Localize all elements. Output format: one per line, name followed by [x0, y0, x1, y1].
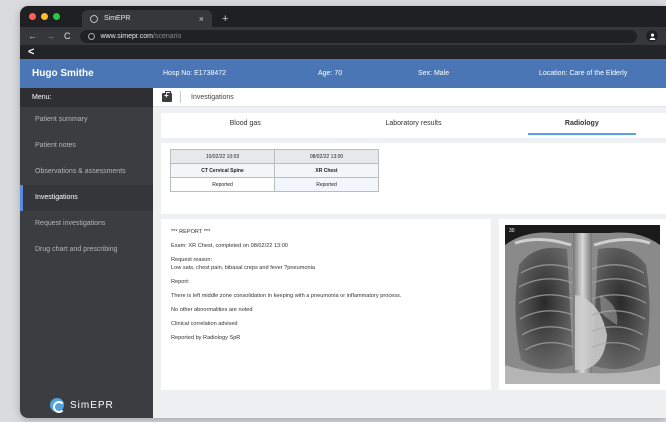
browser-tab-title: SimEPR: [104, 15, 131, 22]
table-cell-status[interactable]: Reported: [170, 177, 275, 192]
table-cell-status[interactable]: Reported: [274, 177, 379, 192]
radiology-list-panel: 10/02/22 10:03 08/02/22 13:00 CT Cervica…: [161, 143, 666, 214]
url-field[interactable]: www.simepr.com/scenario: [79, 29, 637, 43]
radiology-report: *** REPORT *** Exam: XR Chest, completed…: [161, 219, 491, 390]
report-label: Report:: [171, 278, 190, 285]
menu-header: Menu:: [20, 88, 153, 107]
patient-sex: Sex: Male: [418, 70, 450, 77]
table-cell-date[interactable]: 10/02/22 10:03: [170, 149, 275, 164]
section-divider: [180, 91, 181, 103]
close-tab-icon[interactable]: ×: [199, 14, 204, 24]
logo-text: SimEPR: [70, 399, 114, 411]
reload-icon[interactable]: C: [64, 31, 71, 41]
sidebar-item-drug-chart[interactable]: Drug chart and prescribing: [20, 237, 153, 263]
radiology-table: 10/02/22 10:03 08/02/22 13:00 CT Cervica…: [170, 149, 379, 192]
report-heading: *** REPORT ***: [171, 229, 211, 235]
new-tab-button[interactable]: +: [222, 13, 228, 25]
table-cell-exam[interactable]: XR Chest: [274, 163, 379, 178]
forward-arrow-icon[interactable]: →: [46, 31, 55, 41]
report-exam: Exam: XR Chest, completed on 08/02/22 13…: [171, 243, 288, 250]
simepr-logo: SimEPR: [50, 398, 114, 413]
investigation-tabs: Blood gas Laboratory results Radiology: [161, 113, 666, 138]
patient-location: Location: Care of the Elderly: [539, 70, 628, 77]
url-domain: www.simepr.com: [100, 32, 154, 40]
sidebar-item-investigations[interactable]: Investigations: [20, 185, 153, 211]
report-other: No other abnormalities are noted: [171, 306, 253, 313]
sidebar-item-request-investigations[interactable]: Request investigations: [20, 211, 153, 237]
chest-xray-image[interactable]: 30: [505, 225, 660, 384]
url-path: /scenario: [153, 32, 182, 40]
logo-icon: [50, 398, 65, 413]
patient-name: Hugo Smithe: [32, 68, 94, 79]
address-bar: ← → C www.simepr.com/scenario: [20, 27, 666, 45]
sidebar-item-patient-notes[interactable]: Patient notes: [20, 133, 153, 159]
patient-age: Age: 70: [318, 70, 343, 77]
back-arrow-icon[interactable]: ←: [28, 31, 37, 41]
browser-window: SimEPR × + ← → C www.simepr.com/scenario…: [20, 6, 666, 418]
section-title: Investigations: [191, 93, 234, 101]
browser-tab[interactable]: SimEPR ×: [82, 10, 212, 27]
main-content: Investigations Blood gas Laboratory resu…: [153, 88, 666, 418]
medical-kit-icon: [162, 90, 172, 102]
app-back-button[interactable]: <: [20, 45, 666, 59]
xray-panel: 30: [499, 219, 666, 390]
close-window-button[interactable]: [29, 13, 36, 20]
tab-radiology[interactable]: Radiology: [498, 113, 666, 138]
table-cell-exam[interactable]: CT Cervical Spine: [170, 163, 275, 178]
user-icon[interactable]: [646, 30, 658, 42]
table-cell-date[interactable]: 08/02/22 13:00: [274, 149, 379, 164]
xray-graphic: [505, 225, 660, 384]
maximize-window-button[interactable]: [53, 13, 60, 20]
app-body: Menu: Patient summary Patient notes Obse…: [20, 88, 666, 418]
xray-marker: 30: [509, 228, 515, 234]
report-finding: There is left middle zone consolidation …: [171, 292, 402, 299]
report-signature: Reported by Radiology SpR: [171, 334, 241, 341]
browser-tab-bar: SimEPR × +: [20, 6, 666, 27]
sidebar-item-patient-summary[interactable]: Patient summary: [20, 107, 153, 133]
patient-banner: Hugo Smithe Hosp No: E1738472 Age: 70 Se…: [20, 59, 666, 88]
tab-blood-gas[interactable]: Blood gas: [161, 113, 329, 138]
report-request-label: Request reason:: [171, 257, 213, 264]
report-correlation: Clinical correlation advised: [171, 320, 238, 327]
section-header: Investigations: [153, 88, 666, 107]
sidebar: Menu: Patient summary Patient notes Obse…: [20, 88, 153, 418]
window-controls: [29, 13, 60, 20]
site-info-icon[interactable]: [87, 32, 95, 40]
sidebar-item-observations[interactable]: Observations & assessments: [20, 159, 153, 185]
hospital-number: Hosp No: E1738472: [163, 70, 227, 77]
tab-laboratory-results[interactable]: Laboratory results: [329, 113, 497, 138]
globe-icon: [90, 14, 98, 23]
report-request-text: Low sats, chest pain, bibasal creps and …: [171, 264, 315, 271]
minimize-window-button[interactable]: [41, 13, 48, 20]
